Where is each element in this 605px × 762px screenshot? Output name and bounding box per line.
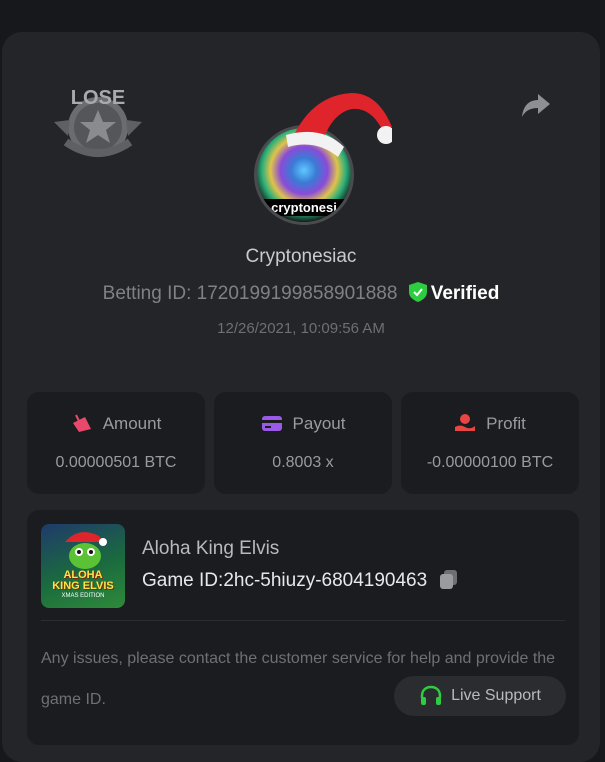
timestamp: 12/26/2021, 10:09:56 AM bbox=[217, 320, 385, 337]
game-thumb-subtitle: XMAS EDITION bbox=[61, 593, 105, 599]
stat-amount: Amount 0.00000501 BTC bbox=[27, 392, 205, 494]
payout-label: Payout bbox=[292, 414, 346, 433]
amount-icon bbox=[72, 414, 91, 432]
stat-payout: Payout 0.8003 x bbox=[214, 392, 392, 494]
game-thumbnail[interactable]: ALOHA KING ELVIS XMAS EDITION bbox=[41, 524, 125, 608]
profit-label: Profit bbox=[486, 414, 526, 433]
amount-label: Amount bbox=[102, 414, 162, 433]
game-id-row: Game ID:2hc-5hiuzy-6804190463 bbox=[142, 568, 460, 592]
live-support-label: Live Support bbox=[451, 687, 541, 704]
divider bbox=[41, 620, 565, 621]
verified-label: Verified bbox=[430, 283, 500, 304]
payout-value: 0.8003 x bbox=[272, 454, 334, 471]
username: Cryptonesiac bbox=[245, 246, 357, 267]
verified-shield-icon bbox=[408, 282, 427, 302]
bet-detail-card: LOSE cryptonesi Cryptonesiac Betting ID:… bbox=[2, 32, 600, 762]
game-name[interactable]: Aloha King Elvis bbox=[142, 538, 279, 560]
lose-badge-icon: LOSE bbox=[54, 87, 142, 157]
avatar-text: cryptonesi bbox=[257, 199, 351, 216]
amount-value: 0.00000501 BTC bbox=[55, 454, 177, 471]
share-icon[interactable] bbox=[520, 88, 552, 120]
headset-icon bbox=[420, 685, 442, 705]
game-id-value: 2hc-5hiuzy-6804190463 bbox=[223, 570, 428, 591]
stats-row: Amount 0.00000501 BTC Payout 0.8003 x Pr… bbox=[27, 392, 579, 494]
betting-id-label: Betting ID: bbox=[102, 283, 192, 304]
live-support-button[interactable]: Live Support bbox=[394, 676, 566, 716]
game-thumb-title: ALOHA KING ELVIS bbox=[52, 569, 114, 592]
profit-icon bbox=[455, 414, 476, 431]
copy-icon[interactable] bbox=[438, 568, 460, 590]
betting-id-row: Betting ID: 1720199199858901888 Verified bbox=[2, 282, 600, 305]
profit-value: -0.00000100 BTC bbox=[426, 454, 554, 471]
santa-hat-icon bbox=[286, 93, 392, 157]
game-id-label: Game ID: bbox=[142, 570, 224, 591]
game-info-card: ALOHA KING ELVIS XMAS EDITION Aloha King… bbox=[27, 510, 579, 745]
payout-icon bbox=[261, 416, 282, 431]
avatar-container: cryptonesi bbox=[252, 87, 392, 227]
betting-id-value: 1720199199858901888 bbox=[196, 283, 398, 304]
stat-profit: Profit -0.00000100 BTC bbox=[401, 392, 579, 494]
svg-text:LOSE: LOSE bbox=[71, 87, 125, 109]
game-character-icon bbox=[65, 532, 107, 569]
